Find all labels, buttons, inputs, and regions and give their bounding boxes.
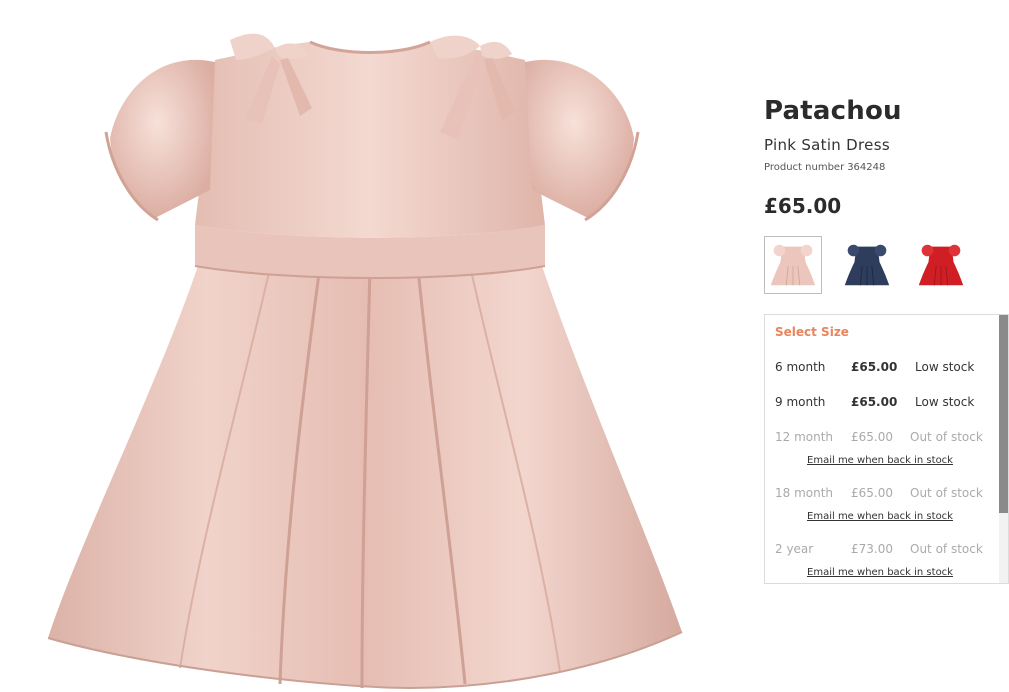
product-price: £65.00 [764, 194, 842, 218]
email-back-in-stock-link[interactable]: Email me when back in stock [805, 567, 955, 578]
size-price: £65.00 [851, 395, 898, 409]
size-dropdown[interactable]: Select Size 6 month £65.00 Low stock 9 m… [764, 314, 1009, 584]
email-back-in-stock-link[interactable]: Email me when back in stock [805, 511, 955, 522]
stock-status: Low stock [915, 360, 975, 374]
color-swatches [764, 236, 986, 294]
red-dress-thumbnail-icon [918, 244, 964, 286]
product-number: Product number 364248 [764, 162, 885, 173]
product-name: Pink Satin Dress [764, 136, 890, 154]
product-page: Patachou Pink Satin Dress Product number… [0, 0, 1009, 692]
stock-status: Out of stock [910, 486, 983, 500]
size-price: £65.00 [851, 360, 898, 374]
stock-status: Out of stock [910, 542, 983, 556]
dress-illustration [47, 33, 683, 690]
swatch-pink[interactable] [764, 236, 822, 294]
size-label: 9 month [775, 395, 826, 409]
swatch-navy[interactable] [838, 236, 896, 294]
size-price: £65.00 [851, 430, 893, 444]
stock-status: Low stock [915, 395, 975, 409]
select-size-label: Select Size [775, 325, 849, 339]
size-label: 12 month [775, 430, 834, 444]
product-number-value: 364248 [847, 162, 886, 173]
product-image[interactable] [40, 20, 700, 692]
product-number-label: Product number [764, 162, 845, 173]
dropdown-edge-mark [764, 451, 765, 487]
dropdown-scrollbar[interactable] [999, 315, 1008, 583]
scrollbar-thumb[interactable] [999, 315, 1008, 513]
size-label: 18 month [775, 486, 834, 500]
navy-dress-thumbnail-icon [844, 244, 890, 286]
size-option-9-month[interactable]: 9 month £65.00 Low stock [765, 393, 1001, 413]
brand-name[interactable]: Patachou [764, 96, 902, 126]
size-option-12-month: 12 month £65.00 Out of stock [765, 428, 1001, 448]
size-label: 6 month [775, 360, 826, 374]
email-back-in-stock-link[interactable]: Email me when back in stock [805, 455, 955, 466]
size-label: 2 year [775, 542, 814, 556]
pink-dress-thumbnail-icon [770, 244, 816, 286]
swatch-red[interactable] [912, 236, 970, 294]
stock-status: Out of stock [910, 430, 983, 444]
size-option-6-month[interactable]: 6 month £65.00 Low stock [765, 358, 1001, 378]
size-price: £73.00 [851, 542, 893, 556]
size-option-2-year: 2 year £73.00 Out of stock [765, 540, 1001, 560]
size-price: £65.00 [851, 486, 893, 500]
size-option-18-month: 18 month £65.00 Out of stock [765, 484, 1001, 504]
